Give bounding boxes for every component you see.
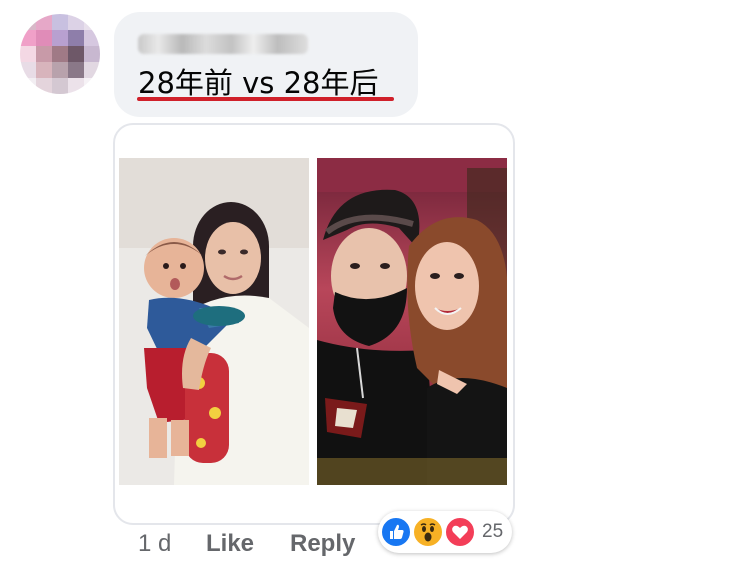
mother-and-baby-photo-icon xyxy=(119,158,309,485)
wow-reaction-icon xyxy=(412,516,444,548)
comment-text: 28年前 vs 28年后 xyxy=(138,66,379,100)
photo-left xyxy=(119,158,309,485)
reply-button[interactable]: Reply xyxy=(290,530,355,558)
avatar[interactable] xyxy=(20,14,100,94)
text-underline-annotation xyxy=(137,97,394,101)
mother-and-adult-son-selfie-icon xyxy=(317,158,507,485)
love-reaction-icon xyxy=(444,516,476,548)
like-button[interactable]: Like xyxy=(206,530,254,558)
author-name-redacted[interactable] xyxy=(138,34,308,54)
photo-right xyxy=(317,158,507,485)
reactions-summary[interactable]: 25 xyxy=(378,511,512,553)
comment-timestamp[interactable]: 1 d xyxy=(138,530,171,558)
like-reaction-icon xyxy=(380,516,412,548)
comment-actions: 1 d Like Reply xyxy=(0,528,747,558)
comment-bubble xyxy=(114,12,418,117)
reaction-count: 25 xyxy=(482,521,504,542)
